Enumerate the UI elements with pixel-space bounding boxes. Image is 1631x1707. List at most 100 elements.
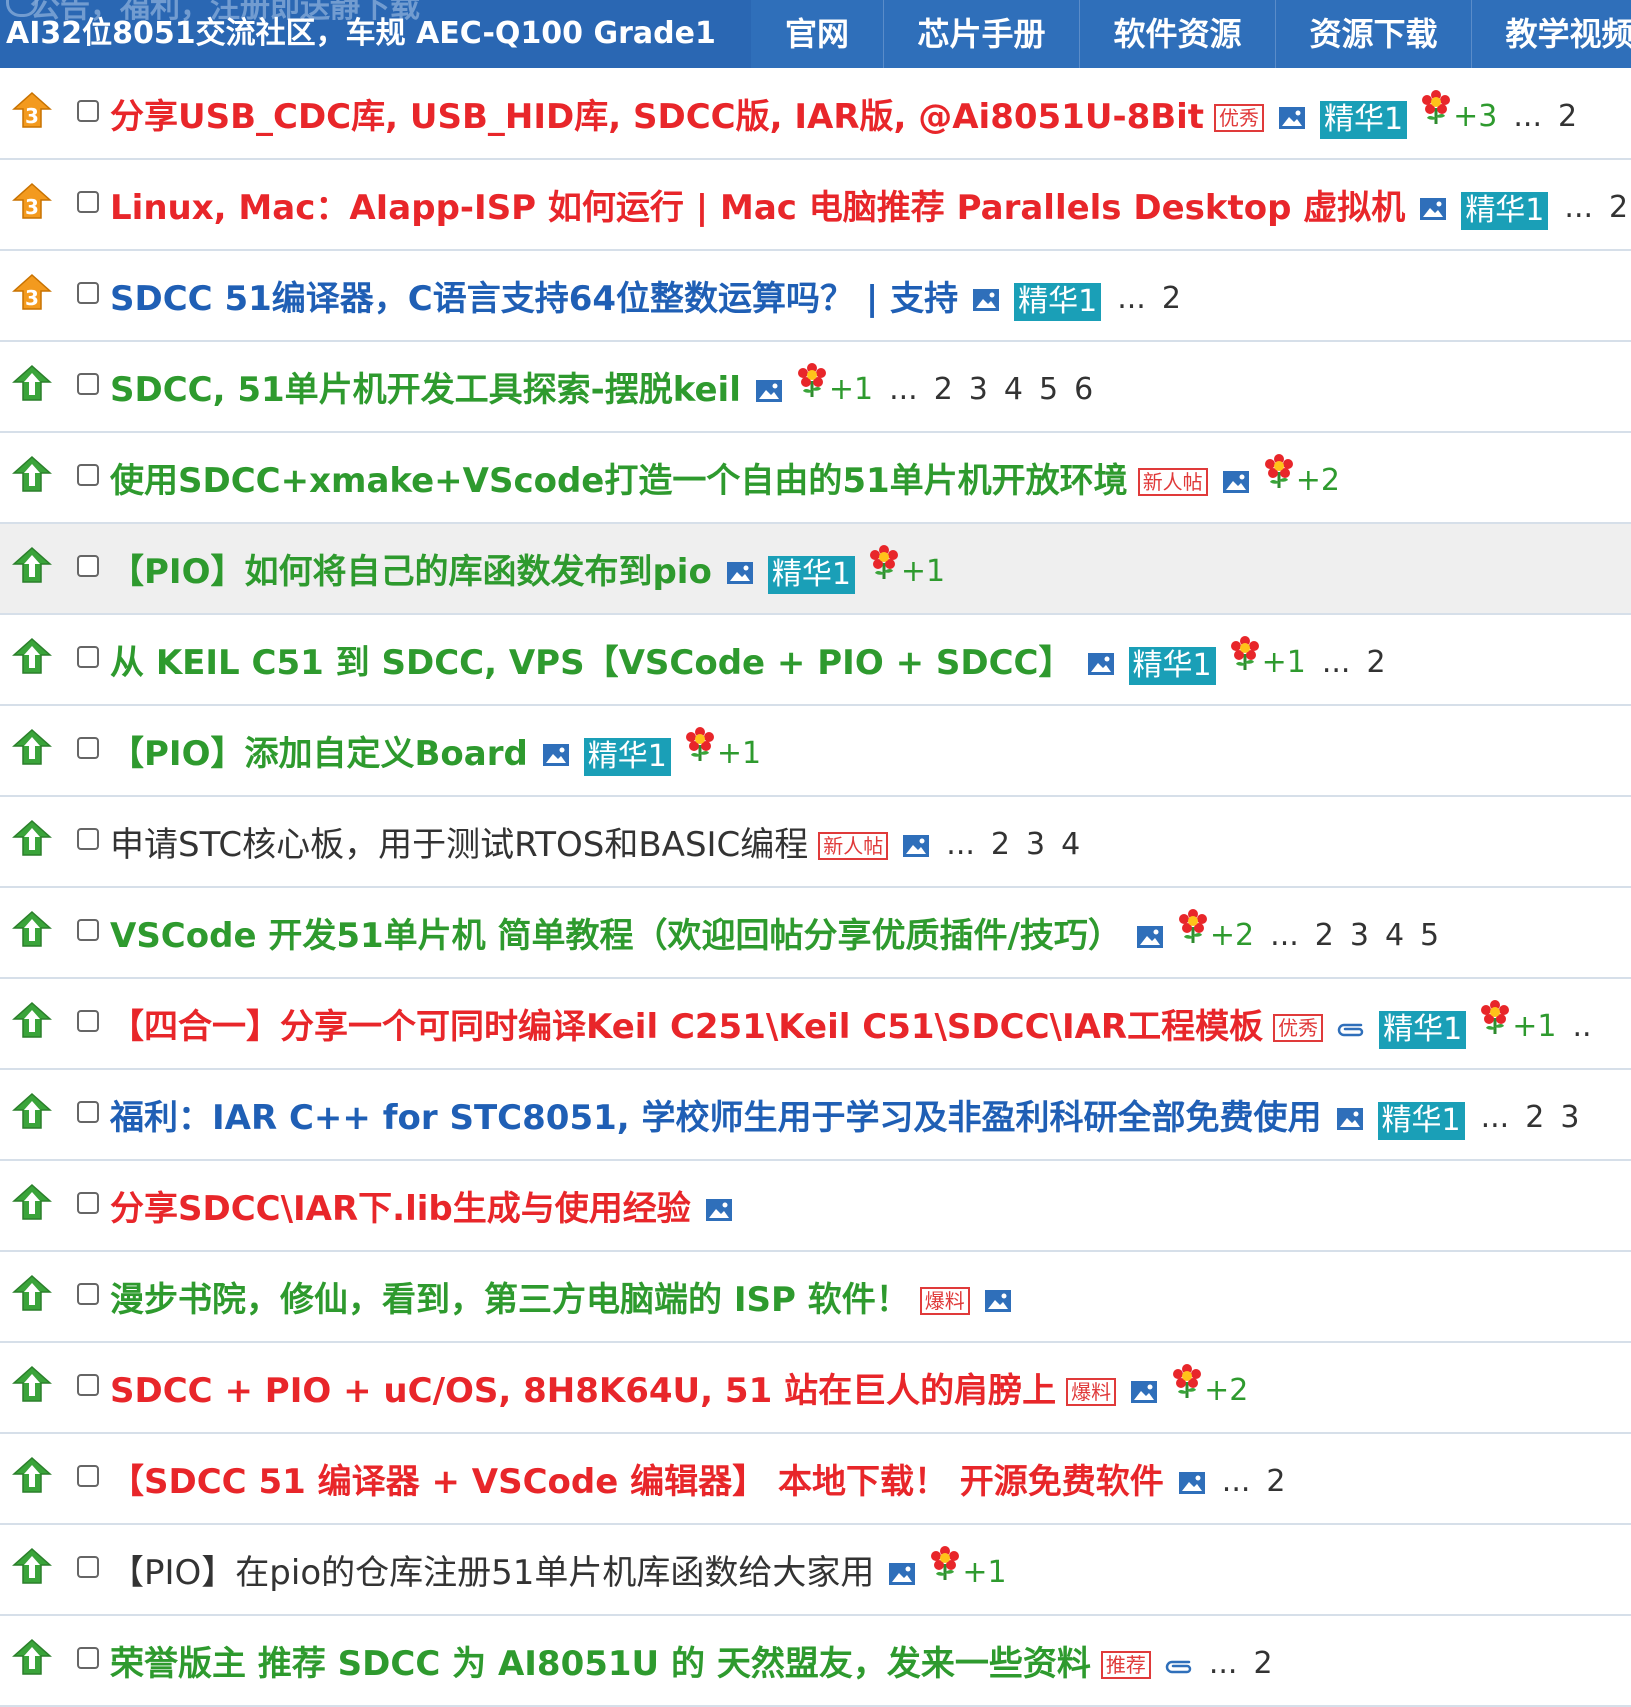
thread-tag: 优秀 — [1273, 1013, 1324, 1042]
thread-checkbox[interactable] — [77, 1010, 99, 1032]
image-icon — [1419, 197, 1447, 221]
site-title[interactable]: 公告，福利，注册即送静下载 AI32位8051交流社区，车规 AEC-Q100 … — [0, 0, 751, 68]
page-link[interactable]: 4 — [1061, 827, 1080, 862]
page-link[interactable]: 3 — [1026, 827, 1045, 862]
thread-content: SDCC 51编译器，C语言支持64位整数运算吗？ | 支持 精华1... 2 — [110, 251, 1181, 340]
page-links: ... 2 3 4 5 — [1270, 918, 1439, 953]
image-icon — [542, 743, 570, 767]
thread-title[interactable]: SDCC + PIO + uC/OS, 8H8K64U, 51 站在巨人的肩膀上 — [110, 1363, 1056, 1412]
thread-row: 3 SDCC 51编译器，C语言支持64位整数运算吗？ | 支持 精华1... 2 — [0, 251, 1631, 342]
thread-title[interactable]: 申请STC核心板，用于测试RTOS和BASIC编程 — [110, 817, 808, 866]
thread-checkbox[interactable] — [77, 464, 99, 486]
thread-title[interactable]: SDCC, 51单片机开发工具探索-摆脱keil — [110, 362, 741, 411]
page-link[interactable]: 5 — [1420, 918, 1439, 953]
page-link[interactable]: 2 — [1609, 190, 1628, 225]
up-arrow-icon — [12, 364, 52, 404]
thread-tag: 爆料 — [919, 1286, 970, 1315]
thread-row: 【PIO】添加自定义Board 精华1 +1 — [0, 706, 1631, 797]
image-icon — [972, 288, 1000, 312]
thread-checkbox[interactable] — [77, 100, 99, 122]
page-link[interactable]: 6 — [1074, 372, 1093, 407]
page-ellipsis: ... — [1270, 918, 1299, 953]
thread-checkbox[interactable] — [77, 282, 99, 304]
rating-score: +2 — [1295, 463, 1340, 498]
page-ellipsis: .. — [1572, 1009, 1592, 1044]
thread-checkbox[interactable] — [77, 373, 99, 395]
attachment-icon — [1335, 1019, 1365, 1037]
thread-title[interactable]: 福利：IAR C++ for STC8051, 学校师生用于学习及非盈利科研全部… — [110, 1090, 1322, 1139]
nav-resource-download[interactable]: 资源下载 — [1275, 0, 1471, 68]
page-link[interactable]: 4 — [1004, 372, 1023, 407]
thread-content: Linux, Mac：AIapp-ISP 如何运行 | Mac 电脑推荐 Par… — [110, 160, 1628, 249]
page-links: ... 2 — [1117, 281, 1181, 316]
page-link[interactable]: 5 — [1039, 372, 1058, 407]
page-ellipsis: ... — [1208, 1646, 1238, 1681]
thread-title[interactable]: SDCC 51编译器，C语言支持64位整数运算吗？ | 支持 — [110, 271, 958, 320]
thread-row: 荣誉版主 推荐 SDCC 为 AI8051U 的 天然盟友，发来一些资料 推荐..… — [0, 1616, 1631, 1707]
thread-checkbox[interactable] — [77, 1192, 99, 1214]
thread-row: 3 Linux, Mac：AIapp-ISP 如何运行 | Mac 电脑推荐 Pa… — [0, 160, 1631, 251]
nav-official-site[interactable]: 官网 — [751, 0, 883, 68]
thread-title[interactable]: Linux, Mac：AIapp-ISP 如何运行 | Mac 电脑推荐 Par… — [110, 180, 1405, 229]
thread-content: 【SDCC 51 编译器 + VSCode 编辑器】 本地下载！ 开源免费软件.… — [110, 1434, 1286, 1523]
thread-title[interactable]: 【PIO】在pio的仓库注册51单片机库函数给大家用 — [110, 1545, 874, 1594]
page-link[interactable]: 2 — [991, 827, 1010, 862]
thread-checkbox[interactable] — [77, 1465, 99, 1487]
thread-title[interactable]: 漫步书院，修仙，看到，第三方电脑端的 ISP 软件！ — [110, 1272, 910, 1321]
thread-title[interactable]: 【PIO】添加自定义Board — [110, 726, 528, 775]
thread-tag: 推荐 — [1100, 1650, 1151, 1679]
image-icon — [755, 379, 783, 403]
page-link[interactable]: 3 — [1560, 1100, 1579, 1135]
thread-checkbox[interactable] — [77, 1283, 99, 1305]
page-link[interactable]: 2 — [1253, 1646, 1272, 1681]
thread-title[interactable]: 从 KEIL C51 到 SDCC, VPS【VSCode + PIO + SD… — [110, 635, 1073, 684]
thread-title[interactable]: 使用SDCC+xmake+VScode打造一个自由的51单片机开放环境 — [110, 453, 1128, 502]
thread-title[interactable]: 【PIO】如何将自己的库函数发布到pio — [110, 544, 712, 593]
page-ellipsis: ... — [1321, 645, 1351, 680]
page-link[interactable]: 2 — [1162, 281, 1181, 316]
up-arrow-icon — [12, 1638, 52, 1678]
nav-chip-manual[interactable]: 芯片手册 — [883, 0, 1079, 68]
pin-3-icon: 3 — [12, 91, 52, 131]
rating-score: +1 — [1512, 1009, 1557, 1044]
thread-checkbox[interactable] — [77, 1101, 99, 1123]
thread-checkbox[interactable] — [77, 919, 99, 941]
image-icon — [888, 1562, 916, 1586]
image-icon — [705, 1198, 733, 1222]
thread-title[interactable]: 荣誉版主 推荐 SDCC 为 AI8051U 的 天然盟友，发来一些资料 — [110, 1636, 1091, 1685]
thread-checkbox[interactable] — [77, 1374, 99, 1396]
page-link[interactable]: 2 — [1558, 99, 1577, 134]
page-link[interactable]: 2 — [934, 372, 953, 407]
attachment-icon — [1163, 1656, 1193, 1674]
thread-checkbox[interactable] — [77, 191, 99, 213]
nav-software-resources[interactable]: 软件资源 — [1079, 0, 1275, 68]
thread-checkbox[interactable] — [77, 646, 99, 668]
page-link[interactable]: 2 — [1315, 918, 1334, 953]
thread-title[interactable]: 分享USB_CDC库, USB_HID库, SDCC版, IAR版, @Ai80… — [110, 89, 1204, 138]
thread-title[interactable]: 【四合一】分享一个可同时编译Keil C251\Keil C51\SDCC\IA… — [110, 999, 1263, 1048]
thread-content: 分享SDCC\IAR下.lib生成与使用经验 — [110, 1161, 733, 1250]
page-link[interactable]: 4 — [1385, 918, 1404, 953]
nav-tutorial-videos[interactable]: 教学视频 — [1471, 0, 1631, 68]
thread-checkbox[interactable] — [77, 555, 99, 577]
thread-checkbox[interactable] — [77, 1647, 99, 1669]
thread-title[interactable]: VSCode 开发51单片机 简单教程（欢迎回帖分享优质插件/技巧） — [110, 908, 1122, 957]
page-link[interactable]: 3 — [1350, 918, 1369, 953]
thread-row: 3 分享USB_CDC库, USB_HID库, SDCC版, IAR版, @Ai8… — [0, 69, 1631, 160]
thread-title[interactable]: 分享SDCC\IAR下.lib生成与使用经验 — [110, 1181, 691, 1230]
thread-title[interactable]: 【SDCC 51 编译器 + VSCode 编辑器】 本地下载！ 开源免费软件 — [110, 1454, 1164, 1503]
page-link[interactable]: 2 — [1525, 1100, 1544, 1135]
page-link[interactable]: 2 — [1266, 1464, 1285, 1499]
up-arrow-icon — [12, 910, 52, 950]
thread-checkbox[interactable] — [77, 1556, 99, 1578]
page-link[interactable]: 3 — [969, 372, 988, 407]
flower-icon — [930, 1545, 960, 1582]
image-icon — [1136, 925, 1164, 949]
flower-icon — [685, 726, 715, 763]
thread-list: 3 分享USB_CDC库, USB_HID库, SDCC版, IAR版, @Ai8… — [0, 69, 1631, 1707]
essence-badge: 精华1 — [583, 737, 671, 776]
page-link[interactable]: 2 — [1366, 645, 1385, 680]
thread-checkbox[interactable] — [77, 828, 99, 850]
thread-content: 使用SDCC+xmake+VScode打造一个自由的51单片机开放环境 新人帖 +2 — [110, 433, 1340, 522]
thread-checkbox[interactable] — [77, 737, 99, 759]
